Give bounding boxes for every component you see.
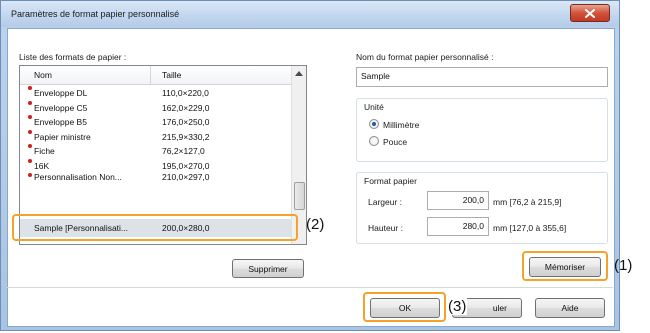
close-icon bbox=[585, 8, 595, 18]
paper-dot-icon bbox=[28, 129, 32, 134]
paper-dot-icon bbox=[28, 173, 32, 177]
list-item-size: 176,0×250,0 bbox=[162, 117, 210, 127]
list-item[interactable]: 16K 195,0×270,0 bbox=[20, 158, 292, 173]
help-button[interactable]: Aide bbox=[535, 298, 605, 318]
column-divider bbox=[150, 66, 151, 84]
footer-separator bbox=[7, 287, 613, 288]
paper-list-label: Liste des formats de papier : bbox=[19, 52, 127, 62]
list-item[interactable]: Fiche 76,2×127,0 bbox=[20, 143, 292, 158]
radio-millimeter[interactable] bbox=[369, 119, 379, 129]
paper-dot-icon bbox=[28, 158, 32, 163]
delete-button[interactable]: Supprimer bbox=[232, 259, 304, 278]
width-range: mm [76,2 à 215,9] bbox=[493, 197, 562, 207]
callout-box-2 bbox=[12, 214, 298, 241]
list-item[interactable]: Enveloppe B5 176,0×250,0 bbox=[20, 114, 292, 129]
height-input[interactable]: 280,0 bbox=[427, 217, 489, 236]
list-item-name: Papier ministre bbox=[34, 131, 91, 142]
height-range: mm [127,0 à 355,6] bbox=[493, 223, 567, 233]
unit-group-label: Unité bbox=[364, 102, 384, 112]
list-item-size: 210,0×297,0 bbox=[162, 172, 210, 181]
width-label: Largeur : bbox=[368, 197, 403, 207]
height-label: Hauteur : bbox=[368, 223, 403, 233]
radio-inch[interactable] bbox=[369, 136, 379, 146]
callout-label-3: (3) bbox=[447, 298, 468, 315]
width-input[interactable]: 200,0 bbox=[427, 191, 489, 210]
list-item-size: 215,9×330,2 bbox=[162, 131, 210, 142]
dialog-window: Paramètres de format papier personnalisé… bbox=[0, 0, 620, 331]
list-item[interactable]: Enveloppe C5 162,0×229,0 bbox=[20, 100, 292, 115]
close-button[interactable] bbox=[570, 4, 610, 22]
list-item-name: Enveloppe C5 bbox=[34, 102, 88, 113]
list-item-name: Enveloppe DL bbox=[34, 88, 88, 98]
paper-dot-icon bbox=[28, 144, 32, 148]
title-bar: Paramètres de format papier personnalisé bbox=[1, 1, 619, 27]
callout-box-3 bbox=[363, 292, 446, 322]
list-item-size: 76,2×127,0 bbox=[162, 146, 205, 156]
list-item[interactable]: Personnalisation Non... 210,0×297,0 bbox=[20, 172, 292, 181]
paper-dot-icon bbox=[28, 100, 32, 105]
column-size-header[interactable]: Taille bbox=[162, 70, 181, 80]
custom-name-input[interactable]: Sample bbox=[356, 67, 608, 87]
list-item[interactable]: Papier ministre 215,9×330,2 bbox=[20, 129, 292, 144]
unit-group bbox=[356, 98, 608, 162]
list-item[interactable]: Enveloppe DL 110,0×220,0 bbox=[20, 85, 292, 100]
radio-inch-label[interactable]: Pouce bbox=[383, 137, 407, 147]
paper-format-group-label: Format papier bbox=[364, 176, 417, 186]
list-item-size: 110,0×220,0 bbox=[162, 88, 209, 98]
scrollbar-thumb[interactable] bbox=[294, 182, 305, 210]
paper-dot-icon bbox=[28, 86, 32, 90]
list-item-size: 195,0×270,0 bbox=[162, 160, 210, 171]
list-item-name: 16K bbox=[34, 160, 50, 171]
callout-label-1: (1) bbox=[614, 257, 633, 274]
list-item-name: Personnalisation Non... bbox=[34, 172, 122, 181]
list-item-name: Enveloppe B5 bbox=[34, 117, 87, 127]
window-title: Paramètres de format papier personnalisé bbox=[11, 9, 180, 19]
custom-name-label: Nom du format papier personnalisé : bbox=[356, 52, 494, 62]
callout-box-1 bbox=[522, 251, 608, 281]
list-header: Nom Taille bbox=[20, 66, 292, 85]
paper-dot-icon bbox=[28, 115, 32, 119]
column-name-header[interactable]: Nom bbox=[34, 70, 52, 80]
radio-millimeter-label[interactable]: Millimètre bbox=[383, 120, 419, 130]
callout-label-2: (2) bbox=[306, 216, 325, 233]
scroll-up-arrow-icon[interactable] bbox=[295, 71, 303, 76]
list-item-size: 162,0×229,0 bbox=[162, 102, 210, 113]
list-item-name: Fiche bbox=[34, 146, 55, 156]
